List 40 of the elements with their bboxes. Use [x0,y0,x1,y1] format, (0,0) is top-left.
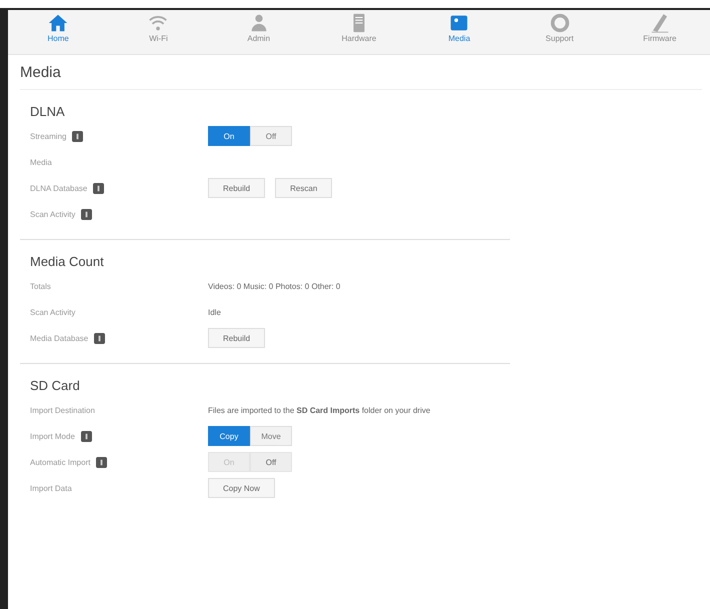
setting-label: Media [30,158,52,166]
help-icon[interactable] [94,332,106,344]
toggle-option[interactable]: Move [250,426,292,446]
section-title: SD Card [30,378,81,393]
help-icon[interactable] [72,130,84,142]
setting-value: Idle [208,308,221,316]
lifebuoy-icon [548,12,571,34]
setting-label: Scan Activity [30,210,76,218]
nav-tab[interactable]: Wi-Fi [123,12,194,52]
setting-value: Files are imported to the SD Card Imports folder on your drive [208,406,430,414]
setting-value: Videos: 0 Music: 0 Photos: 0 Other: 0 [208,282,340,290]
nav-tab[interactable]: Firmware [624,12,695,52]
help-icon[interactable] [81,208,92,220]
nav-tab[interactable]: Admin [224,12,294,52]
toggle-option[interactable]: On [208,126,250,146]
section-title: DLNA [30,104,66,119]
setting-label: Import Mode [30,432,75,440]
nav-tab[interactable]: Hardware [324,12,394,52]
toggle-option[interactable]: Off [250,126,292,146]
page-title: Media [20,55,702,90]
nav-tab[interactable]: Media [424,12,494,52]
action-button[interactable]: Copy Now [208,478,275,498]
help-icon[interactable] [80,430,92,442]
home-icon [47,12,70,34]
setting-label: Automatic Import [30,458,90,466]
toggle-option[interactable]: Copy [208,426,250,446]
setting-label: Import Destination [30,406,95,414]
action-button[interactable]: Rescan [275,178,332,198]
help-icon[interactable] [93,182,104,194]
setting-label: DLNA Database [30,184,88,192]
action-button[interactable]: Rebuild [208,328,266,348]
section-title: Media Count [30,254,105,269]
nav-tab[interactable]: Home [23,12,94,52]
setting-label: Import Data [30,484,72,492]
action-button[interactable]: Rebuild [208,178,266,198]
setting-label: Scan Activity [30,308,76,316]
setting-label: Streaming [30,132,66,140]
setting-label: Media Database [30,334,88,342]
setting-label: Totals [30,282,51,290]
nav-tab[interactable]: Support [524,12,595,52]
